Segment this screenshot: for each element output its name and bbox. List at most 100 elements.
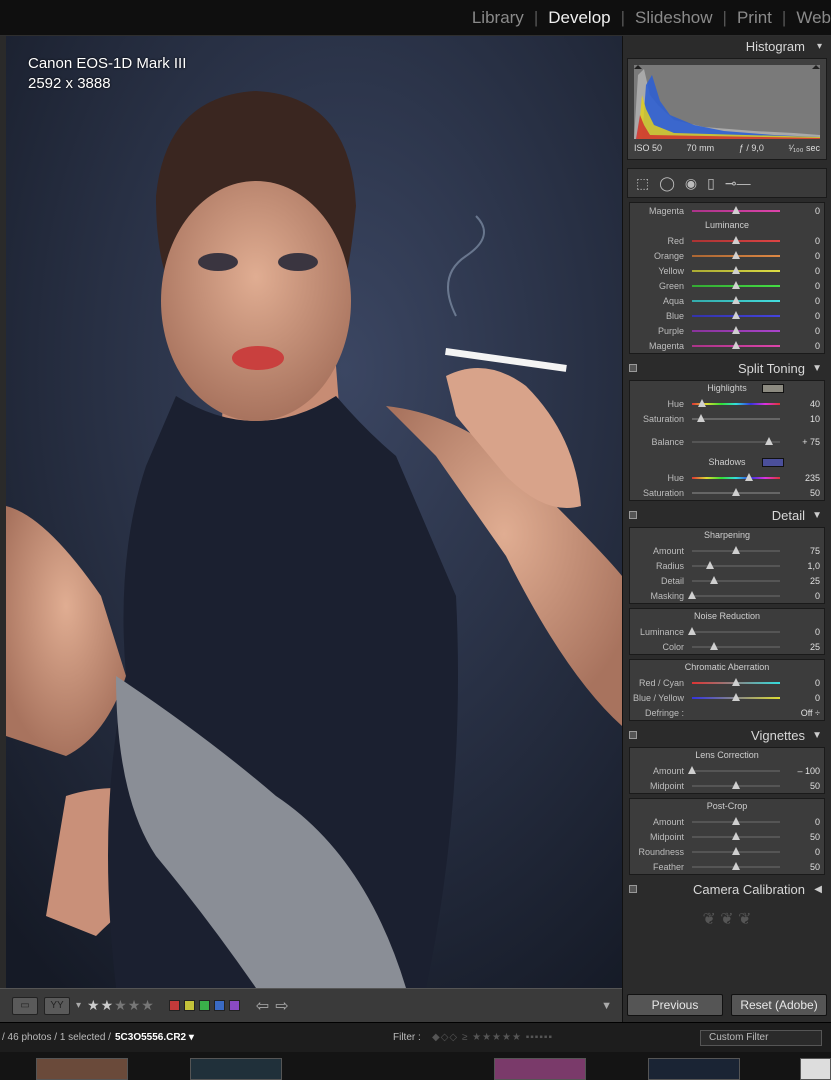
slider-track[interactable] xyxy=(692,472,780,481)
slider-row[interactable]: Midpoint 50 xyxy=(630,778,824,793)
slider-row[interactable]: Balance + 75 xyxy=(630,434,824,449)
next-photo-icon[interactable]: ⇨ xyxy=(275,996,288,1016)
slider-thumb[interactable] xyxy=(732,250,740,259)
slider-row[interactable]: Masking 0 xyxy=(630,588,824,603)
compare-view-button[interactable]: YY xyxy=(44,996,70,1015)
slider-thumb[interactable] xyxy=(732,780,740,789)
slider-thumb[interactable] xyxy=(732,235,740,244)
collapse-left-icon[interactable]: ◀ xyxy=(814,879,822,901)
panel-toggle-icon[interactable] xyxy=(629,731,637,739)
slider-value[interactable]: 235 xyxy=(794,473,824,483)
slider-row[interactable]: Saturation 50 xyxy=(630,485,824,500)
slider-value[interactable]: 0 xyxy=(794,591,824,601)
slider-thumb[interactable] xyxy=(732,816,740,825)
slider-value[interactable]: 1,0 xyxy=(794,561,824,571)
slider-thumb[interactable] xyxy=(688,626,696,635)
slider-thumb[interactable] xyxy=(710,641,718,650)
slider-row[interactable]: Blue / Yellow 0 xyxy=(630,690,824,705)
slider-track[interactable] xyxy=(688,590,780,599)
slider-row[interactable]: Saturation 10 xyxy=(630,411,824,426)
rating-stars[interactable]: ★★★★★ xyxy=(87,997,155,1014)
slider-row[interactable]: Magenta 0 xyxy=(630,338,824,353)
previous-photo-icon[interactable]: ⇦ xyxy=(256,996,269,1016)
collapse-icon[interactable]: ▼ xyxy=(812,725,822,747)
slider-row[interactable]: Roundness 0 xyxy=(630,844,824,859)
slider-thumb[interactable] xyxy=(732,677,740,686)
slider-thumb[interactable] xyxy=(732,340,740,349)
vignettes-header[interactable]: Vignettes ▼ xyxy=(623,725,831,747)
slider-value[interactable]: 0 xyxy=(794,251,824,261)
previous-button[interactable]: Previous xyxy=(627,994,723,1016)
slider-value[interactable]: 50 xyxy=(794,862,824,872)
graduated-filter-icon[interactable]: ▯ xyxy=(707,175,715,192)
color-label-blue[interactable] xyxy=(213,1000,225,1011)
slider-track[interactable] xyxy=(688,626,780,635)
highlights-color-swatch[interactable] xyxy=(762,384,784,393)
filmstrip-thumbnail[interactable] xyxy=(648,1058,740,1080)
slider-value[interactable]: 0 xyxy=(794,236,824,246)
slider-track[interactable] xyxy=(692,235,780,244)
slider-track[interactable] xyxy=(692,280,780,289)
slider-value[interactable]: 25 xyxy=(794,576,824,586)
slider-track[interactable] xyxy=(692,575,780,584)
detail-header[interactable]: Detail ▼ xyxy=(623,505,831,527)
spot-removal-icon[interactable]: ◯ xyxy=(659,175,675,192)
split-toning-header[interactable]: Split Toning ▼ xyxy=(623,358,831,380)
slider-row[interactable]: Amount 0 xyxy=(630,814,824,829)
filter-controls[interactable]: ◆◇◇ ≥ ★★★★★ ▪▪▪▪▪▪ xyxy=(432,1032,553,1043)
slider-thumb[interactable] xyxy=(732,846,740,855)
slider-thumb[interactable] xyxy=(732,295,740,304)
slider-thumb[interactable] xyxy=(688,590,696,599)
slider-value[interactable]: – 100 xyxy=(794,766,824,776)
slider-track[interactable] xyxy=(692,831,780,840)
slider-thumb[interactable] xyxy=(732,310,740,319)
slider-track[interactable] xyxy=(692,436,780,445)
slider-value[interactable]: 0 xyxy=(794,206,824,216)
slider-thumb[interactable] xyxy=(732,280,740,289)
slider-track[interactable] xyxy=(692,861,780,870)
slider-track[interactable] xyxy=(692,545,780,554)
slider-value[interactable]: 0 xyxy=(794,281,824,291)
slider-row[interactable]: Color 25 xyxy=(630,639,824,654)
slider-track[interactable] xyxy=(692,846,780,855)
slider-row[interactable]: Green 0 xyxy=(630,278,824,293)
slider-track[interactable] xyxy=(692,295,780,304)
slider-thumb[interactable] xyxy=(688,765,696,774)
slider-value[interactable]: 0 xyxy=(794,311,824,321)
module-develop[interactable]: Develop xyxy=(538,8,610,28)
slider-thumb[interactable] xyxy=(765,436,773,445)
color-label-green[interactable] xyxy=(198,1000,210,1011)
slider-row[interactable]: Magenta 0 xyxy=(630,203,824,218)
module-slideshow[interactable]: Slideshow xyxy=(625,8,713,28)
slider-thumb[interactable] xyxy=(732,325,740,334)
slider-row[interactable]: Detail 25 xyxy=(630,573,824,588)
filmstrip-thumbnail[interactable] xyxy=(494,1058,586,1080)
slider-value[interactable]: 75 xyxy=(794,546,824,556)
red-eye-icon[interactable]: ◉ xyxy=(685,175,697,192)
slider-track[interactable] xyxy=(692,641,780,650)
slider-row[interactable]: Aqua 0 xyxy=(630,293,824,308)
collapse-icon[interactable]: ▼ xyxy=(812,358,822,380)
slider-value[interactable]: 25 xyxy=(794,642,824,652)
slider-row[interactable]: Amount 75 xyxy=(630,543,824,558)
slider-track[interactable] xyxy=(692,560,780,569)
slider-row[interactable]: Amount – 100 xyxy=(630,763,824,778)
module-library[interactable]: Library xyxy=(462,8,524,28)
slider-thumb[interactable] xyxy=(710,575,718,584)
panel-toggle-icon[interactable] xyxy=(629,364,637,372)
slider-row[interactable]: Red 0 xyxy=(630,233,824,248)
slider-row[interactable]: Midpoint 50 xyxy=(630,829,824,844)
slider-value[interactable]: 50 xyxy=(794,832,824,842)
slider-value[interactable]: 10 xyxy=(794,414,824,424)
slider-row[interactable]: Feather 50 xyxy=(630,859,824,874)
slider-thumb[interactable] xyxy=(732,205,740,214)
panel-toggle-icon[interactable] xyxy=(629,511,637,519)
color-label-red[interactable] xyxy=(168,1000,180,1011)
slider-track[interactable] xyxy=(692,816,780,825)
adjustment-brush-icon[interactable]: ⊸— xyxy=(725,175,751,192)
slider-value[interactable]: 0 xyxy=(794,326,824,336)
slider-row[interactable]: Hue 40 xyxy=(630,396,824,411)
slider-track[interactable] xyxy=(692,413,780,422)
defringe-row[interactable]: Defringe : Off ÷ xyxy=(630,705,824,720)
slider-thumb[interactable] xyxy=(732,545,740,554)
